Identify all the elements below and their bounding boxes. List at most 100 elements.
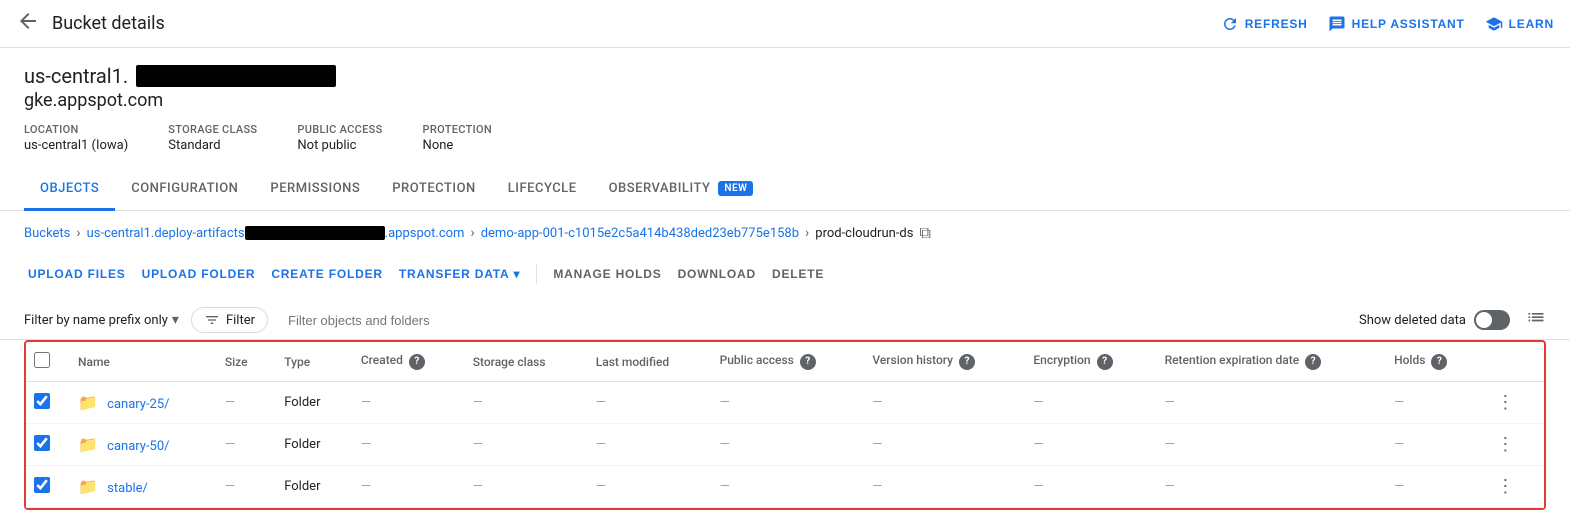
row2-menu-cell[interactable]: ⋮: [1480, 424, 1544, 466]
select-all-checkbox[interactable]: [34, 352, 50, 368]
meta-storage-class: Storage class Standard: [168, 123, 257, 153]
col-storage-class: Storage class: [461, 342, 584, 382]
bucket-info: us-central1. gke.appspot.com Location us…: [0, 48, 1570, 161]
row2-last-modified: —: [584, 424, 708, 466]
version-history-info-icon[interactable]: ?: [959, 354, 975, 370]
row2-checkbox[interactable]: [34, 435, 50, 451]
breadcrumb-path2: prod-cloudrun-ds ⧉: [815, 223, 931, 243]
breadcrumb-buckets[interactable]: Buckets: [24, 226, 70, 241]
encryption-info-icon[interactable]: ?: [1097, 354, 1113, 370]
row2-name-link[interactable]: canary-50/: [107, 439, 169, 454]
row1-encryption: —: [1021, 382, 1152, 424]
row3-retention: —: [1153, 466, 1383, 508]
bucket-domain: gke.appspot.com: [24, 90, 1546, 111]
row2-encryption: —: [1021, 424, 1152, 466]
folder-icon: 📁: [78, 393, 98, 412]
filter-input[interactable]: [280, 313, 1347, 328]
row3-menu-icon[interactable]: ⋮: [1492, 472, 1518, 501]
row3-version-history: —: [860, 466, 1021, 508]
row2-type: Folder: [272, 424, 349, 466]
tab-lifecycle[interactable]: LIFECYCLE: [492, 169, 593, 211]
tab-observability[interactable]: OBSERVABILITY NEW: [593, 169, 770, 211]
column-density-icon[interactable]: [1526, 308, 1546, 332]
create-folder-button[interactable]: CREATE FOLDER: [267, 259, 387, 289]
learn-button[interactable]: LEARN: [1485, 15, 1554, 33]
page-title: Bucket details: [52, 13, 1221, 34]
col-retention: Retention expiration date ?: [1153, 342, 1383, 382]
row1-checkbox[interactable]: [34, 393, 50, 409]
col-version-history: Version history ?: [860, 342, 1021, 382]
col-menu: [1480, 342, 1544, 382]
retention-info-icon[interactable]: ?: [1305, 354, 1321, 370]
filter-chip[interactable]: Filter: [191, 307, 268, 333]
meta-location: Location us-central1 (Iowa): [24, 123, 128, 153]
created-info-icon[interactable]: ?: [409, 354, 425, 370]
filter-dropdown[interactable]: Filter by name prefix only ▾: [24, 312, 179, 328]
top-actions: REFRESH HELP ASSISTANT LEARN: [1221, 15, 1554, 33]
row2-name: 📁 canary-50/: [66, 424, 213, 466]
upload-folder-button[interactable]: UPLOAD FOLDER: [138, 259, 260, 289]
row3-checkbox[interactable]: [34, 477, 50, 493]
manage-holds-button[interactable]: MANAGE HOLDS: [549, 259, 665, 289]
select-all-cell[interactable]: [26, 342, 66, 382]
col-name: Name: [66, 342, 213, 382]
folder-icon: 📁: [78, 477, 98, 496]
top-bar: Bucket details REFRESH HELP ASSISTANT LE…: [0, 0, 1570, 48]
holds-info-icon[interactable]: ?: [1431, 354, 1447, 370]
public-access-info-icon[interactable]: ?: [800, 354, 816, 370]
tab-protection[interactable]: PROTECTION: [376, 169, 491, 211]
col-type: Type: [272, 342, 349, 382]
row3-encryption: —: [1021, 466, 1152, 508]
row1-name: 📁 canary-25/: [66, 382, 213, 424]
folder-icon: 📁: [78, 435, 98, 454]
breadcrumb-path1[interactable]: demo-app-001-c1015e2c5a414b438ded23eb775…: [481, 226, 799, 241]
show-deleted-toggle[interactable]: [1474, 310, 1510, 330]
download-button[interactable]: DOWNLOAD: [674, 259, 760, 289]
filter-dropdown-arrow-icon: ▾: [172, 312, 179, 328]
refresh-button[interactable]: REFRESH: [1221, 15, 1308, 33]
table-row: 📁 canary-25/ — Folder — — — — — — — — ⋮: [26, 382, 1544, 424]
breadcrumb-redacted: [245, 226, 385, 240]
delete-button[interactable]: DELETE: [768, 259, 828, 289]
row2-size: —: [213, 424, 272, 466]
copy-icon[interactable]: ⧉: [919, 223, 930, 243]
row1-menu-icon[interactable]: ⋮: [1492, 388, 1518, 417]
table-row: 📁 stable/ — Folder — — — — — — — — ⋮: [26, 466, 1544, 508]
meta-protection: Protection None: [423, 123, 492, 153]
back-button[interactable]: [16, 9, 40, 39]
filter-bar: Filter by name prefix only ▾ Filter Show…: [0, 301, 1570, 340]
tab-permissions[interactable]: PERMISSIONS: [254, 169, 376, 211]
row1-checkbox-cell[interactable]: [26, 382, 66, 424]
tab-objects[interactable]: OBJECTS: [24, 169, 115, 211]
breadcrumb: Buckets › us-central1.deploy-artifacts.a…: [0, 211, 1570, 255]
bucket-name-redacted: [136, 65, 336, 87]
row2-public-access: —: [708, 424, 861, 466]
help-assistant-button[interactable]: HELP ASSISTANT: [1328, 15, 1465, 33]
row3-size: —: [213, 466, 272, 508]
breadcrumb-bucket-link[interactable]: us-central1.deploy-artifacts.appspot.com: [87, 226, 465, 241]
upload-files-button[interactable]: UPLOAD FILES: [24, 259, 130, 289]
row1-menu-cell[interactable]: ⋮: [1480, 382, 1544, 424]
filter-icon: [204, 312, 220, 328]
row2-storage-class: —: [461, 424, 584, 466]
col-public-access: Public access ?: [708, 342, 861, 382]
row2-menu-icon[interactable]: ⋮: [1492, 430, 1518, 459]
row3-last-modified: —: [584, 466, 708, 508]
row1-version-history: —: [860, 382, 1021, 424]
selected-rows-container: Name Size Type Created ? Storage class L…: [24, 340, 1546, 510]
row1-holds: —: [1382, 382, 1480, 424]
row3-checkbox-cell[interactable]: [26, 466, 66, 508]
row2-checkbox-cell[interactable]: [26, 424, 66, 466]
row3-menu-cell[interactable]: ⋮: [1480, 466, 1544, 508]
row2-created: —: [349, 424, 461, 466]
row1-name-link[interactable]: canary-25/: [107, 397, 169, 412]
row3-holds: —: [1382, 466, 1480, 508]
row3-public-access: —: [708, 466, 861, 508]
tab-configuration[interactable]: CONFIGURATION: [115, 169, 254, 211]
meta-public-access: Public access Not public: [297, 123, 382, 153]
action-bar: UPLOAD FILES UPLOAD FOLDER CREATE FOLDER…: [0, 255, 1570, 301]
row3-name-link[interactable]: stable/: [107, 481, 148, 496]
row3-name: 📁 stable/: [66, 466, 213, 508]
transfer-data-button[interactable]: TRANSFER DATA ▾: [395, 259, 524, 289]
table-header-row: Name Size Type Created ? Storage class L…: [26, 342, 1544, 382]
